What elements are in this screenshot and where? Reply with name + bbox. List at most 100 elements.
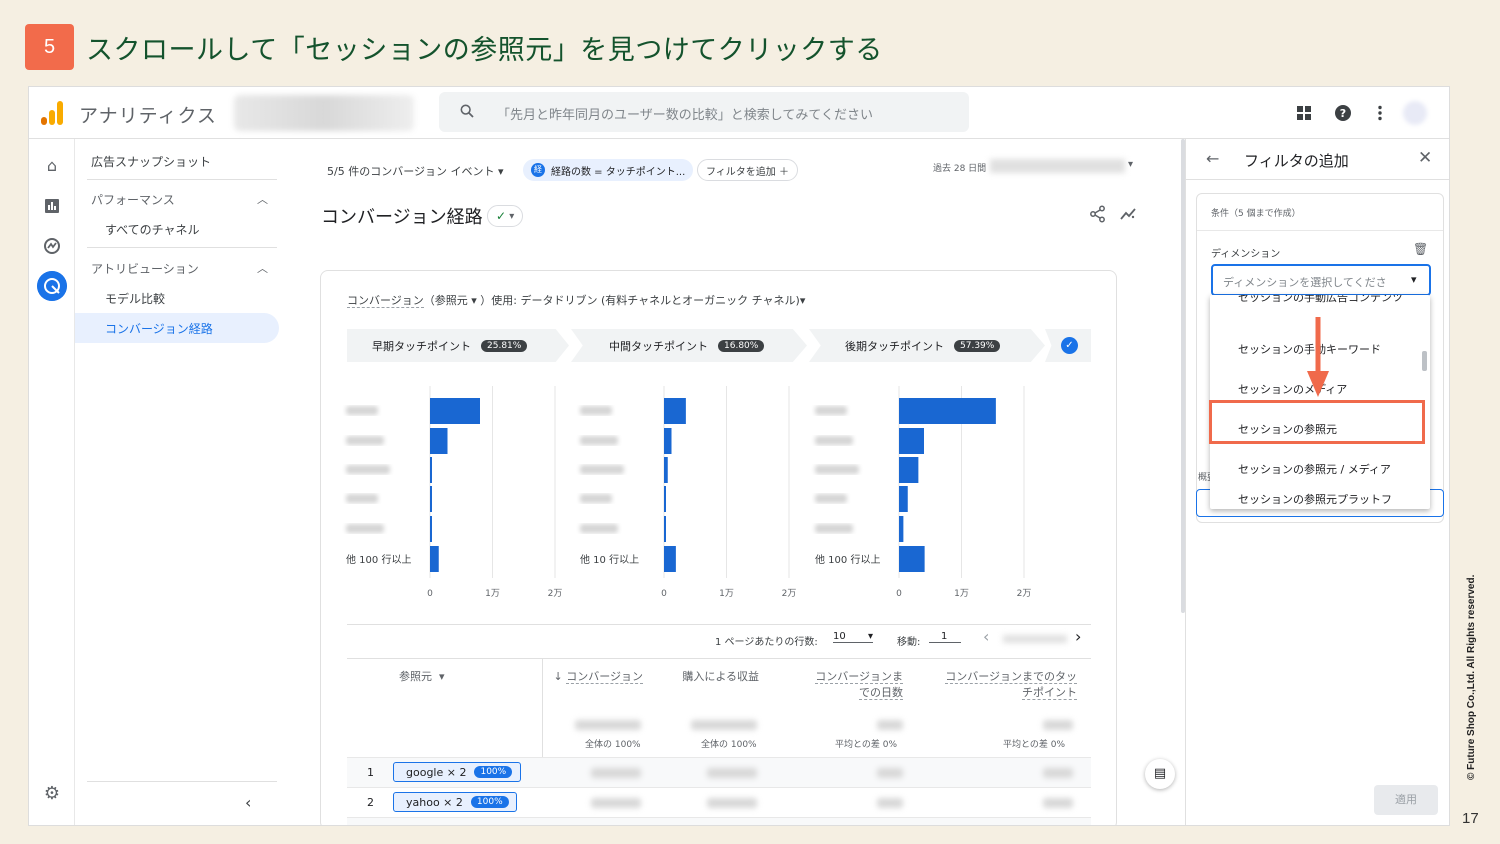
total-revenue-value: [691, 720, 757, 730]
dimension-label: ディメンション: [1211, 249, 1281, 260]
reports-icon[interactable]: [41, 195, 63, 217]
col-header-days[interactable]: コンバージョンまでの日数: [807, 669, 903, 701]
annotation-arrow-icon: [1307, 317, 1329, 397]
trash-icon[interactable]: 🗑: [1413, 242, 1428, 256]
table-row[interactable]: 1 google × 2 100%: [347, 757, 1091, 787]
status-badge[interactable]: ✓ ▾: [487, 205, 524, 227]
touchpoint-tab-early[interactable]: 早期タッチポイント 25.81%: [347, 329, 569, 362]
nav-attribution-header[interactable]: アトリビューション: [91, 260, 199, 277]
add-filter-button[interactable]: フィルタを追加 ＋: [697, 159, 798, 181]
advertising-icon[interactable]: [37, 271, 67, 301]
nav-performance-header[interactable]: パフォーマンス: [91, 191, 175, 208]
bar: [430, 398, 480, 424]
col-header-revenue[interactable]: 購入による収益: [681, 669, 759, 685]
account-selector[interactable]: [234, 95, 414, 131]
next-page-chevron-icon[interactable]: ›: [1075, 627, 1081, 646]
dimension-select[interactable]: ディメンションを選択してくださ ▾: [1211, 264, 1431, 296]
bar: [430, 457, 432, 483]
axis-tick-label: 2万: [1017, 589, 1032, 599]
path-pill[interactable]: yahoo × 2 100%: [393, 792, 517, 812]
axis-tick-label: 1万: [485, 589, 500, 599]
conversion-events-selector[interactable]: 5/5 件のコンバージョン イベント ▾: [327, 163, 504, 179]
category-label: [346, 524, 384, 533]
total-revenue-pct: 全体の 100%: [701, 740, 757, 750]
bar: [430, 516, 432, 542]
chevron-up-icon[interactable]: ︿: [257, 260, 268, 276]
col-header-source[interactable]: 参照元 ▾: [399, 669, 445, 685]
row-value: [591, 798, 641, 808]
total-conversions-pct: 全体の 100%: [585, 740, 641, 750]
total-touchpoints-value: [1043, 720, 1073, 730]
path-pill[interactable]: google × 2 100%: [393, 762, 521, 782]
bar: [664, 516, 666, 542]
collapse-chevron-left-icon[interactable]: ‹: [245, 793, 251, 812]
table-row[interactable]: 2 yahoo × 2 100%: [347, 787, 1091, 817]
rows-per-page-select[interactable]: 10 ▾: [833, 631, 873, 643]
main-content: 5/5 件のコンバージョン イベント ▾ 経 経路の数 = タッチポイント...…: [285, 139, 1185, 825]
model-selector[interactable]: コンバージョン（参照元 ▾ ）使用: データドリブン (有料チャネルとオーガニッ…: [347, 292, 805, 308]
axis-tick-label: 1万: [719, 589, 734, 599]
top-bar: アナリティクス 「先月と昨年同月のユーザー数の比較」と検索してみてください ?: [29, 87, 1449, 139]
dropdown-option[interactable]: セッションの手動広告コンテンツ: [1238, 295, 1403, 305]
date-dropdown-icon[interactable]: ▾: [1128, 159, 1133, 170]
axis-tick-label: 2万: [782, 589, 797, 599]
nav-model-compare[interactable]: モデル比較: [105, 290, 165, 307]
divider: [347, 624, 1091, 625]
dropdown-option[interactable]: セッションの参照元プラットフ: [1238, 491, 1392, 507]
col-header-conversions[interactable]: ↓ コンバージョン: [551, 669, 643, 685]
bar: [664, 486, 666, 512]
svg-text:?: ?: [1340, 107, 1346, 120]
explore-icon[interactable]: [41, 235, 63, 257]
home-icon[interactable]: ⌂: [41, 155, 63, 177]
analytics-logo-icon[interactable]: [41, 101, 65, 125]
back-arrow-icon[interactable]: ←: [1206, 149, 1219, 168]
settings-gear-icon[interactable]: ⚙: [41, 783, 63, 805]
apps-grid-icon[interactable]: [1295, 104, 1313, 122]
category-label: [815, 465, 859, 474]
category-label: [815, 494, 847, 503]
touchpoint-tab-check[interactable]: ✓: [1045, 329, 1091, 362]
touchpoint-tab-middle[interactable]: 中間タッチポイント 16.80%: [571, 329, 807, 362]
row-value: [1043, 768, 1073, 778]
nav-all-channels[interactable]: すべてのチャネル: [105, 221, 200, 238]
help-icon[interactable]: ?: [1334, 104, 1352, 122]
page-number: 17: [1462, 810, 1479, 827]
row-value: [877, 798, 903, 808]
bar: [430, 428, 448, 454]
bar: [664, 546, 676, 572]
bar: [899, 457, 919, 483]
dropdown-scrollbar[interactable]: [1422, 351, 1427, 371]
date-range-label: 過去 28 日間: [933, 164, 987, 174]
nav-conversion-paths[interactable]: コンバージョン経路: [105, 320, 213, 337]
avatar[interactable]: [1403, 101, 1427, 125]
more-vert-icon[interactable]: [1371, 104, 1389, 122]
divider: [1197, 230, 1443, 231]
left-rail: ⌂ ⚙: [29, 139, 75, 825]
conditions-label: 条件（5 個まで作成）: [1211, 209, 1301, 219]
feedback-icon[interactable]: ▤: [1145, 759, 1175, 789]
search-input[interactable]: 「先月と昨年同月のユーザー数の比較」と検索してみてください: [439, 92, 969, 132]
copyright: © Future Shop Co.,Ltd. All Rights reserv…: [1466, 574, 1477, 780]
side-nav: 広告スナップショット パフォーマンス ︿ すべてのチャネル アトリビューション …: [75, 139, 285, 825]
path-filter-chip[interactable]: 経 経路の数 = タッチポイント...: [523, 159, 694, 181]
total-touchpoints-diff: 平均との差 0%: [1003, 740, 1066, 750]
share-icon[interactable]: [1089, 205, 1107, 223]
nav-ad-snapshot[interactable]: 広告スナップショット: [91, 153, 211, 170]
col-header-touchpoints[interactable]: コンバージョンまでのタッチポイント: [945, 669, 1077, 701]
axis-tick-label: 1万: [954, 589, 969, 599]
touchpoint-tab-late[interactable]: 後期タッチポイント 57.39%: [809, 329, 1045, 362]
apply-button[interactable]: 適用: [1374, 785, 1438, 815]
goto-page-input[interactable]: 1: [929, 631, 961, 643]
filter-panel: ← フィルタの追加 ✕ 条件（5 個まで作成） ディメンション 🗑 ディメンショ…: [1185, 139, 1449, 825]
date-range-selector[interactable]: [990, 159, 1125, 173]
insights-icon[interactable]: [1119, 205, 1137, 223]
close-icon[interactable]: ✕: [1418, 148, 1432, 168]
dropdown-option[interactable]: セッションの参照元 / メディア: [1238, 461, 1391, 477]
annotation-highlight-box: [1209, 400, 1425, 444]
prev-page-chevron-icon[interactable]: ‹: [983, 627, 989, 646]
chevron-up-icon[interactable]: ︿: [257, 191, 268, 207]
bar: [899, 486, 908, 512]
dropdown-arrow-icon: ▾: [1411, 273, 1417, 286]
screenshot: アナリティクス 「先月と昨年同月のユーザー数の比較」と検索してみてください ? …: [28, 86, 1450, 826]
table-row[interactable]: [347, 817, 1091, 825]
